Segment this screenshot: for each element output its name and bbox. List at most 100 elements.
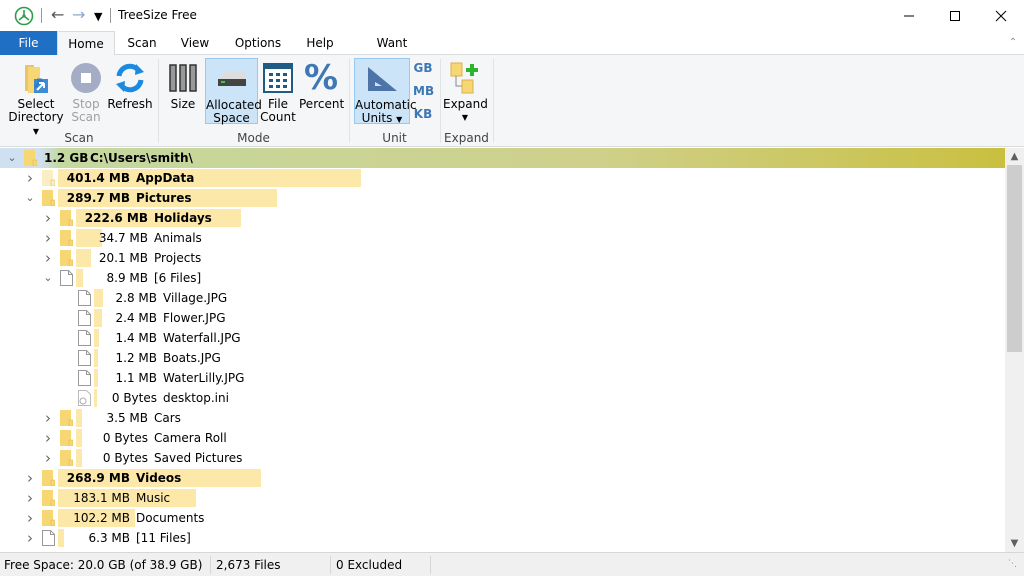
- percent-icon: %: [303, 58, 339, 98]
- chevron-right-icon[interactable]: ›: [42, 230, 54, 246]
- tab-help[interactable]: Help: [300, 31, 340, 55]
- tab-file[interactable]: File: [0, 31, 57, 55]
- tree-row[interactable]: ⌄ 289.7 MB Pictures: [0, 188, 1005, 208]
- treesize-logo-icon[interactable]: [14, 6, 34, 26]
- chevron-right-icon[interactable]: ›: [42, 210, 54, 226]
- kb-unit-button[interactable]: KB: [413, 108, 433, 121]
- tree-row[interactable]: › 268.9 MB Videos: [0, 468, 1005, 488]
- file-count-button[interactable]: File Count: [260, 58, 296, 124]
- row-size: 8.9 MB: [106, 271, 148, 285]
- title-separator: [110, 8, 111, 23]
- tree-row[interactable]: 1.4 MB Waterfall.JPG: [0, 328, 1005, 348]
- size-bars-icon: [169, 64, 197, 92]
- row-name: desktop.ini: [163, 391, 229, 405]
- chevron-right-icon[interactable]: ›: [24, 510, 36, 526]
- close-button[interactable]: [978, 0, 1024, 31]
- chevron-down-icon[interactable]: ⌄: [6, 150, 18, 166]
- gb-unit-button[interactable]: GB: [413, 62, 433, 75]
- row-size: 102.2 MB: [73, 511, 130, 525]
- chevron-right-icon[interactable]: ›: [42, 250, 54, 266]
- group-label-mode: Mode: [237, 131, 270, 145]
- customize-quick-access-icon[interactable]: ▼: [94, 8, 102, 26]
- file-count-status: 2,673 Files: [216, 558, 281, 572]
- tree-row[interactable]: 2.8 MB Village.JPG: [0, 288, 1005, 308]
- chevron-right-icon[interactable]: ›: [24, 530, 36, 546]
- tab-options[interactable]: Options: [230, 31, 286, 55]
- row-name: Saved Pictures: [154, 451, 243, 465]
- tree-row[interactable]: ⌄ 8.9 MB [6 Files]: [0, 268, 1005, 288]
- allocated-space-button[interactable]: Allocated Space: [205, 58, 262, 125]
- chevron-right-icon[interactable]: ›: [42, 410, 54, 426]
- scroll-up-arrow-icon[interactable]: ▲: [1005, 148, 1024, 165]
- arrow-right-icon[interactable]: →: [72, 6, 85, 24]
- tree-row[interactable]: › 401.4 MB AppData: [0, 168, 1005, 188]
- tree-row[interactable]: › 3.5 MB Cars: [0, 408, 1005, 428]
- row-name: Documents: [136, 511, 205, 525]
- automatic-units-button[interactable]: Automatic Units ▼: [354, 58, 417, 125]
- tree-row[interactable]: › 183.1 MB Music: [0, 488, 1005, 508]
- scroll-down-arrow-icon[interactable]: ▼: [1005, 535, 1024, 552]
- minimize-button[interactable]: [886, 0, 932, 31]
- tab-want-more[interactable]: Want more?: [356, 31, 428, 74]
- maximize-button[interactable]: [932, 0, 978, 31]
- tree-row[interactable]: › 34.7 MB Animals: [0, 228, 1005, 248]
- row-name: [6 Files]: [154, 271, 202, 285]
- resize-grip-icon[interactable]: ⋱: [1008, 559, 1017, 569]
- stop-icon: [71, 63, 101, 93]
- tab-home[interactable]: Home: [57, 31, 115, 56]
- tree-row[interactable]: › 222.6 MB Holidays: [0, 208, 1005, 228]
- tree-row[interactable]: 1.2 MB Boats.JPG: [0, 348, 1005, 368]
- chevron-right-icon[interactable]: ›: [42, 450, 54, 466]
- maximize-icon: [950, 10, 960, 21]
- stop-scan-button[interactable]: Stop Scan: [68, 58, 104, 124]
- row-size: 34.7 MB: [98, 231, 148, 245]
- tree-row[interactable]: › 20.1 MB Projects: [0, 248, 1005, 268]
- tab-view[interactable]: View: [174, 31, 216, 55]
- expand-button[interactable]: Expand ▼: [443, 58, 488, 124]
- row-size: 20.1 MB: [98, 251, 148, 265]
- scrollbar-thumb[interactable]: [1007, 165, 1022, 352]
- row-size: 268.9 MB: [66, 471, 130, 485]
- tree-row[interactable]: 0 Bytes desktop.ini: [0, 388, 1005, 408]
- row-name: Holidays: [154, 211, 212, 225]
- window-title: TreeSize Free: [118, 8, 197, 22]
- row-name: Animals: [154, 231, 202, 245]
- dropdown-arrow-icon: ▼: [396, 115, 403, 124]
- chevron-down-icon[interactable]: ⌄: [24, 190, 36, 206]
- row-size: 1.1 MB: [115, 371, 157, 385]
- tree-row[interactable]: › 102.2 MB Documents: [0, 508, 1005, 528]
- size-button[interactable]: Size: [166, 58, 200, 111]
- tree-row[interactable]: 2.4 MB Flower.JPG: [0, 308, 1005, 328]
- row-size: 222.6 MB: [84, 211, 148, 225]
- free-space-status: Free Space: 20.0 GB (of 38.9 GB): [4, 558, 203, 572]
- close-icon: [995, 10, 1007, 21]
- tree-row[interactable]: › 0 Bytes Saved Pictures: [0, 448, 1005, 468]
- directory-tree[interactable]: ⌄ 1.2 GB C:\Users\smith\ › 401.4 MB AppDat…: [0, 148, 1005, 552]
- chevron-up-icon[interactable]: ⌃: [1004, 31, 1022, 55]
- row-name: Waterfall.JPG: [163, 331, 241, 345]
- tree-row[interactable]: 1.1 MB WaterLilly.JPG: [0, 368, 1005, 388]
- chevron-down-icon[interactable]: ⌄: [42, 270, 54, 286]
- arrow-left-icon[interactable]: ←: [51, 6, 64, 24]
- chevron-right-icon[interactable]: ›: [24, 470, 36, 486]
- tree-row[interactable]: › 6.3 MB [11 Files]: [0, 528, 1005, 548]
- select-directory-button[interactable]: Select Directory ▼: [6, 58, 66, 138]
- folder-icon: [24, 150, 38, 167]
- row-size: 401.4 MB: [66, 171, 130, 185]
- percent-button[interactable]: % Percent: [299, 58, 344, 111]
- mb-unit-button[interactable]: MB: [413, 85, 434, 98]
- chevron-right-icon[interactable]: ›: [42, 430, 54, 446]
- tab-scan[interactable]: Scan: [122, 31, 162, 55]
- tree-root-row[interactable]: ⌄ 1.2 GB C:\Users\smith\: [0, 148, 1005, 168]
- row-size: 0 Bytes: [111, 391, 157, 405]
- minimize-icon: [904, 15, 914, 16]
- vertical-scrollbar[interactable]: ▲ ▼: [1005, 148, 1024, 552]
- chevron-right-icon[interactable]: ›: [24, 490, 36, 506]
- chevron-right-icon[interactable]: ›: [24, 170, 36, 186]
- row-size: 289.7 MB: [66, 191, 130, 205]
- status-separator: [330, 556, 331, 574]
- tree-row[interactable]: › 0 Bytes Camera Roll: [0, 428, 1005, 448]
- row-name: Projects: [154, 251, 202, 265]
- refresh-button[interactable]: Refresh: [106, 58, 154, 111]
- row-size: 1.4 MB: [115, 331, 157, 345]
